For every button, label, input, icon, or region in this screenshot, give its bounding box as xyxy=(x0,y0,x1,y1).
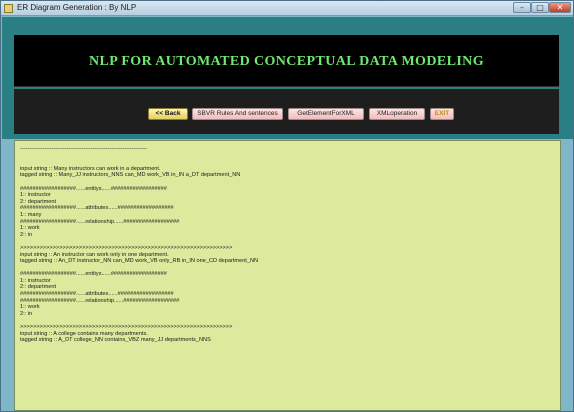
xml-operation-button[interactable]: XMLoperation xyxy=(369,108,425,120)
output-line: 2:: in xyxy=(20,231,33,238)
output-line: 1:: instructor xyxy=(20,277,51,284)
output-line: 1:: work xyxy=(20,304,40,311)
page-title: NLP FOR AUTOMATED CONCEPTUAL DATA MODELI… xyxy=(89,54,484,69)
output-lines: ----------------------------------------… xyxy=(20,146,540,344)
output-line: input string :: Many instructors can wor… xyxy=(20,165,161,172)
output-line: ##################......entitys......###… xyxy=(20,271,167,278)
output-line: >>>>>>>>>>>>>>>>>>>>>>>>>>>>>>>>>>>>>>>>… xyxy=(20,324,233,331)
output-line: 1:: instructor xyxy=(20,192,51,199)
close-button[interactable]: ✕ xyxy=(549,2,571,13)
toolbar: << Back SBVR Rules And sentences GetElem… xyxy=(14,89,559,134)
output-line: tagged string :: A_DT college_NN contain… xyxy=(20,337,211,344)
output-line: 2:: department xyxy=(20,198,57,205)
output-line: >>>>>>>>>>>>>>>>>>>>>>>>>>>>>>>>>>>>>>>>… xyxy=(20,244,233,251)
sbvr-rules-button[interactable]: SBVR Rules And sentences xyxy=(192,108,283,120)
output-line: ##################......attributes......… xyxy=(20,291,174,298)
app-icon xyxy=(4,4,13,13)
output-line: tagged string :: An_DT instructor_NN can… xyxy=(20,258,259,265)
maximize-button[interactable]: □ xyxy=(531,2,549,13)
output-line: ##################......entitys......###… xyxy=(20,185,167,192)
app-window: ER Diagram Generation : By NLP – □ ✕ NLP… xyxy=(0,0,574,412)
window-title: ER Diagram Generation : By NLP xyxy=(17,3,137,12)
output-line: ##################......relationship....… xyxy=(20,218,180,225)
banner: NLP FOR AUTOMATED CONCEPTUAL DATA MODELI… xyxy=(14,35,559,87)
get-element-for-xml-button[interactable]: GetElementForXML xyxy=(288,108,364,120)
output-line: 2:: department xyxy=(20,284,57,291)
back-button[interactable]: << Back xyxy=(148,108,188,120)
output-line: tagged string :: Many_JJ instructors_NNS… xyxy=(20,172,241,179)
output-line: 1:: many xyxy=(20,211,42,218)
output-line: ----------------------------------------… xyxy=(20,146,147,152)
title-bar: ER Diagram Generation : By NLP – □ ✕ xyxy=(1,1,573,16)
output-line: input string :: A college contains many … xyxy=(20,330,148,337)
output-line: 2:: in xyxy=(20,310,33,317)
output-line: 1:: work xyxy=(20,225,40,232)
output-line: ##################......attributes......… xyxy=(20,205,174,212)
minimize-button[interactable]: – xyxy=(513,2,531,13)
output-line: input string :: An instructor can work o… xyxy=(20,251,169,258)
exit-button[interactable]: EXIT xyxy=(430,108,454,120)
output-text-area[interactable]: ----------------------------------------… xyxy=(14,140,561,411)
output-line: ##################......relationship....… xyxy=(20,297,180,304)
